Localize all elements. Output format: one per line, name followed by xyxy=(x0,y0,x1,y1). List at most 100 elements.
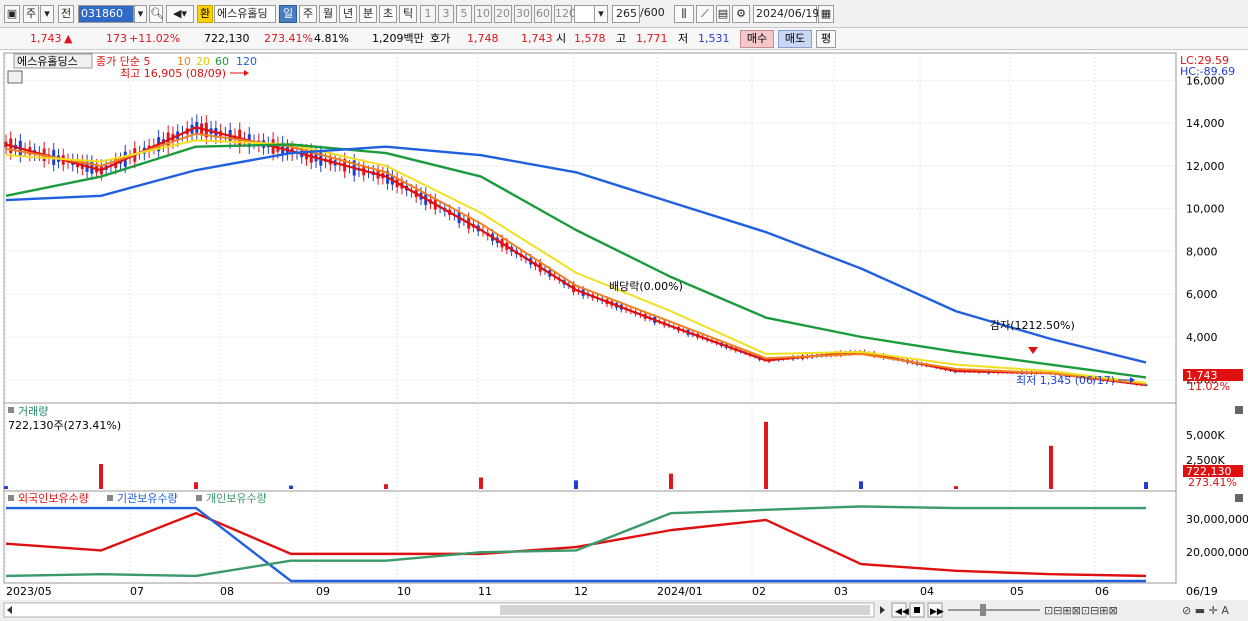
interval-120[interactable]: 120 xyxy=(554,5,576,23)
x-axis-label: 2023/05 xyxy=(6,585,52,598)
holdings-legend-foreign: 외국인보유수량 xyxy=(18,492,89,505)
holdings-panel-close-icon[interactable] xyxy=(1235,494,1243,502)
tab-minute[interactable]: 분 xyxy=(359,5,377,23)
volume-bar xyxy=(384,484,388,489)
zoom-slider-handle[interactable] xyxy=(980,604,986,616)
gear-icon[interactable]: ⚙ xyxy=(732,5,750,23)
volume-bar xyxy=(289,485,293,489)
low-label: 저 xyxy=(678,32,689,45)
x-axis-label: 2024/01 xyxy=(657,585,703,598)
chevron-down-icon[interactable]: ▾ xyxy=(594,5,608,23)
holdings-legend-institution: 기관보유수량 xyxy=(117,492,178,505)
chart-svg[interactable]: 에스유홀딩스 종가 단순 5 10 20 60 120 최고 16,905 (0… xyxy=(0,51,1248,621)
x-axis-label: 06 xyxy=(1095,585,1109,598)
tab-tick[interactable]: 틱 xyxy=(399,5,417,23)
price-panel-name: 에스유홀딩스 xyxy=(17,55,78,68)
x-axis-label: 06/19 xyxy=(1186,585,1218,598)
volume-panel-value: 722,130주(273.41%) xyxy=(8,419,121,432)
interval-10[interactable]: 10 xyxy=(474,5,492,23)
x-axis-label: 10 xyxy=(397,585,411,598)
min-price-annotation: 최저 1,345 (06/17) xyxy=(1016,374,1115,387)
stock-name-field: 에스유홀딩 xyxy=(214,5,276,23)
low-price: 1,531 xyxy=(698,32,730,45)
x-axis-label: 08 xyxy=(220,585,234,598)
holdings-panel-icon xyxy=(8,495,14,501)
holdings-legend-individual: 개인보유수량 xyxy=(206,492,267,505)
x-axis-label: 07 xyxy=(130,585,144,598)
interval-5[interactable]: 5 xyxy=(456,5,472,23)
count-input[interactable]: 265 xyxy=(612,5,640,23)
turnover-rate: 4.81% xyxy=(314,32,349,45)
tab-day[interactable]: 일 xyxy=(279,5,297,23)
interval-60[interactable]: 60 xyxy=(534,5,552,23)
x-axis-label: 09 xyxy=(316,585,330,598)
volume-bar xyxy=(194,482,198,489)
tab-month[interactable]: 월 xyxy=(319,5,337,23)
search-icon[interactable]: 🔍︎ xyxy=(149,5,164,23)
hwan-button[interactable]: 환 xyxy=(197,5,213,23)
price-tick-label: 6,000 xyxy=(1186,288,1218,301)
candle-icon[interactable]: ⫼ xyxy=(674,5,694,23)
x-axis-label: 11 xyxy=(478,585,492,598)
zoom-icon[interactable]: ⊘ ▬ ✛ A xyxy=(1182,604,1229,617)
high-label: 고 xyxy=(616,32,627,45)
speaker-icon[interactable]: ◀▾ xyxy=(166,5,194,23)
holdings-tick-30m: 30,000,000 xyxy=(1186,513,1248,526)
max-price-annotation: 최고 16,905 (08/09) xyxy=(120,67,226,80)
date-input[interactable]: 2024/06/19 xyxy=(753,5,819,23)
bid-label: 호가 xyxy=(430,32,451,45)
interval-1[interactable]: 1 xyxy=(420,5,436,23)
open-price: 1,578 xyxy=(574,32,606,45)
sell-button[interactable]: 매도 xyxy=(778,30,812,48)
volume-last-pct: 273.41% xyxy=(1188,476,1237,489)
chevron-down-icon[interactable]: ▾ xyxy=(134,5,147,23)
quote-info-bar: 1,743 ▲ 173 +11.02% 722,130 273.41% 4.81… xyxy=(0,28,1248,50)
stock-code-input[interactable]: 031860 xyxy=(78,5,134,23)
volume-bar xyxy=(1049,445,1053,489)
stop-glyph xyxy=(914,607,920,613)
holdings-legend-icon xyxy=(196,495,202,501)
calendar-icon[interactable]: ▦ xyxy=(818,5,834,23)
price-tick-label: 8,000 xyxy=(1186,245,1218,258)
holdings-legend-icon xyxy=(107,495,113,501)
x-axis-label: 12 xyxy=(574,585,588,598)
save-icon[interactable]: ▤ xyxy=(716,5,730,23)
tab-year[interactable]: 년 xyxy=(339,5,357,23)
period-select[interactable]: 주 xyxy=(23,5,39,23)
scrollbar-thumb[interactable] xyxy=(500,605,870,615)
count-total: /600 xyxy=(640,6,665,19)
x-axis-label: 02 xyxy=(752,585,766,598)
price-tick-label: 10,000 xyxy=(1186,203,1225,216)
holdings-tick-20m: 20,000,000 xyxy=(1186,546,1248,559)
price-change-pct: +11.02% xyxy=(129,32,181,45)
toolbar: ▣ 주 ▾ 전 031860 ▾ 🔍︎ ◀▾ 환 에스유홀딩 일 주 월 년 분… xyxy=(0,0,1248,28)
price-change: 173 xyxy=(106,32,127,45)
last-page-glyph: ▶▶ xyxy=(930,607,944,617)
volume-panel-title: 거래량 xyxy=(18,405,48,418)
volume-panel-close-icon[interactable] xyxy=(1235,406,1243,414)
trade-amount: 1,209백만 xyxy=(372,32,424,45)
panel-settings-icon[interactable] xyxy=(7,70,23,84)
current-price: 1,743 xyxy=(30,32,62,45)
volume-bar xyxy=(859,481,863,489)
interval-3[interactable]: 3 xyxy=(438,5,454,23)
volume-bar xyxy=(764,421,768,489)
volume-bar xyxy=(1144,482,1148,489)
price-tick-label: 14,000 xyxy=(1186,117,1225,130)
tab-second[interactable]: 초 xyxy=(379,5,397,23)
layout-icons[interactable]: ⊡⊟⊞⊠⊡⊟⊞⊠ xyxy=(1044,604,1118,617)
chevron-down-icon[interactable]: ▾ xyxy=(40,5,54,23)
prev-button[interactable]: 전 xyxy=(58,5,74,23)
volume-bar xyxy=(669,473,673,489)
buy-button[interactable]: 매수 xyxy=(740,30,774,48)
ask-price: 1,743 xyxy=(521,32,553,45)
draw-line-icon[interactable]: ⟋ xyxy=(696,5,714,23)
interval-30[interactable]: 30 xyxy=(514,5,532,23)
avg-button[interactable]: 평 xyxy=(816,30,836,48)
open-label: 시 xyxy=(556,32,567,45)
window-icon[interactable]: ▣ xyxy=(4,5,20,23)
tab-week[interactable]: 주 xyxy=(299,5,317,23)
interval-20[interactable]: 20 xyxy=(494,5,512,23)
volume-panel-icon xyxy=(8,407,14,413)
volume-value: 722,130 xyxy=(204,32,250,45)
